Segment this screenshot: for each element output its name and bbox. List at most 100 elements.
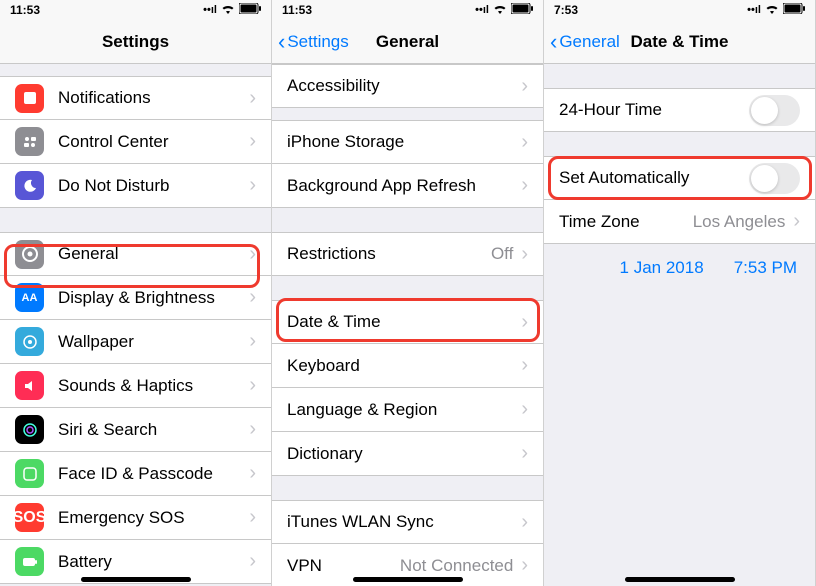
cell-datetime[interactable]: Date & Time › bbox=[272, 300, 543, 344]
home-indicator[interactable] bbox=[625, 577, 735, 582]
siri-icon bbox=[15, 415, 44, 444]
cell-24hour[interactable]: 24-Hour Time bbox=[544, 88, 815, 132]
cell-itunes-sync[interactable]: iTunes WLAN Sync › bbox=[272, 500, 543, 544]
chevron-right-icon: › bbox=[249, 418, 256, 441]
chevron-right-icon: › bbox=[249, 174, 256, 197]
cell-label: Battery bbox=[58, 552, 249, 572]
nav-bar: Settings bbox=[0, 20, 271, 64]
cell-general[interactable]: General › bbox=[0, 232, 271, 276]
cell-label: VPN bbox=[287, 556, 400, 576]
toggle-24hour[interactable] bbox=[749, 95, 800, 126]
display-icon: AA bbox=[15, 283, 44, 312]
chevron-right-icon: › bbox=[521, 75, 528, 98]
nav-bar: ‹ Settings General bbox=[272, 20, 543, 64]
home-indicator[interactable] bbox=[81, 577, 191, 582]
signal-icon: ••ıl bbox=[203, 4, 217, 16]
cell-label: Emergency SOS bbox=[58, 508, 249, 528]
chevron-right-icon: › bbox=[249, 286, 256, 309]
cell-label: 24-Hour Time bbox=[559, 100, 749, 120]
cell-label: General bbox=[58, 244, 249, 264]
status-icons: ••ıl bbox=[203, 3, 261, 17]
nav-bar: ‹ General Date & Time bbox=[544, 20, 815, 64]
cell-label: Sounds & Haptics bbox=[58, 376, 249, 396]
chevron-right-icon: › bbox=[521, 243, 528, 266]
cell-detail: Not Connected bbox=[400, 556, 513, 576]
chevron-right-icon: › bbox=[249, 87, 256, 110]
cell-display[interactable]: AA Display & Brightness › bbox=[0, 276, 271, 320]
chevron-right-icon: › bbox=[521, 442, 528, 465]
status-icons: ••ıl bbox=[475, 3, 533, 17]
time-value[interactable]: 7:53 PM bbox=[734, 258, 797, 278]
datetime-list: 24-Hour Time Set Automatically Time Zone… bbox=[544, 64, 815, 292]
chevron-right-icon: › bbox=[521, 398, 528, 421]
cell-dictionary[interactable]: Dictionary › bbox=[272, 432, 543, 476]
cell-label: Dictionary bbox=[287, 444, 521, 464]
chevron-right-icon: › bbox=[249, 374, 256, 397]
cell-label: Language & Region bbox=[287, 400, 521, 420]
cell-keyboard[interactable]: Keyboard › bbox=[272, 344, 543, 388]
wallpaper-icon bbox=[15, 327, 44, 356]
cell-storage[interactable]: iPhone Storage › bbox=[272, 120, 543, 164]
toggle-set-auto[interactable] bbox=[749, 163, 800, 194]
cell-label: Date & Time bbox=[287, 312, 521, 332]
cell-dnd[interactable]: Do Not Disturb › bbox=[0, 164, 271, 208]
wifi-icon bbox=[221, 4, 235, 17]
status-time: 11:53 bbox=[282, 3, 312, 17]
chevron-right-icon: › bbox=[249, 506, 256, 529]
battery-icon bbox=[15, 547, 44, 576]
cell-language[interactable]: Language & Region › bbox=[272, 388, 543, 432]
cell-label: Notifications bbox=[58, 88, 249, 108]
back-button[interactable]: ‹ General bbox=[550, 32, 620, 52]
cell-notifications[interactable]: Notifications › bbox=[0, 76, 271, 120]
cell-label: Siri & Search bbox=[58, 420, 249, 440]
status-time: 7:53 bbox=[554, 3, 578, 17]
chevron-right-icon: › bbox=[249, 243, 256, 266]
cell-label: Set Automatically bbox=[559, 168, 749, 188]
cell-faceid[interactable]: Face ID & Passcode › bbox=[0, 452, 271, 496]
date-value[interactable]: 1 Jan 2018 bbox=[620, 258, 704, 278]
wifi-icon bbox=[493, 4, 507, 17]
back-label: General bbox=[559, 32, 619, 52]
cell-label: Control Center bbox=[58, 132, 249, 152]
cell-timezone[interactable]: Time Zone Los Angeles › bbox=[544, 200, 815, 244]
cell-siri[interactable]: Siri & Search › bbox=[0, 408, 271, 452]
chevron-right-icon: › bbox=[249, 330, 256, 353]
cell-sos[interactable]: SOS Emergency SOS › bbox=[0, 496, 271, 540]
moon-icon bbox=[15, 171, 44, 200]
status-bar: 11:53 ••ıl bbox=[272, 0, 543, 20]
status-bar: 7:53 ••ıl bbox=[544, 0, 815, 20]
sos-icon: SOS bbox=[15, 503, 44, 532]
chevron-right-icon: › bbox=[521, 511, 528, 534]
cell-control-center[interactable]: Control Center › bbox=[0, 120, 271, 164]
cell-label: Background App Refresh bbox=[287, 176, 521, 196]
chevron-right-icon: › bbox=[793, 210, 800, 233]
cell-background-refresh[interactable]: Background App Refresh › bbox=[272, 164, 543, 208]
chevron-right-icon: › bbox=[249, 130, 256, 153]
cell-detail: Off bbox=[491, 244, 513, 264]
battery-icon bbox=[783, 3, 805, 17]
wifi-icon bbox=[765, 4, 779, 17]
page-title: Settings bbox=[102, 32, 169, 52]
cell-wallpaper[interactable]: Wallpaper › bbox=[0, 320, 271, 364]
datetime-picker-row[interactable]: 1 Jan 2018 7:53 PM bbox=[544, 244, 815, 292]
gear-icon bbox=[15, 240, 44, 269]
cell-detail: Los Angeles bbox=[693, 212, 786, 232]
cell-label: iTunes WLAN Sync bbox=[287, 512, 521, 532]
cell-label: Time Zone bbox=[559, 212, 693, 232]
cell-label: Restrictions bbox=[287, 244, 491, 264]
cell-accessibility[interactable]: Accessibility › bbox=[272, 64, 543, 108]
battery-icon bbox=[511, 3, 533, 17]
general-panel: 11:53 ••ıl ‹ Settings General Accessibil… bbox=[272, 0, 544, 586]
cell-label: Accessibility bbox=[287, 76, 521, 96]
signal-icon: ••ıl bbox=[747, 4, 761, 16]
cell-sounds[interactable]: Sounds & Haptics › bbox=[0, 364, 271, 408]
chevron-right-icon: › bbox=[249, 550, 256, 573]
home-indicator[interactable] bbox=[353, 577, 463, 582]
cell-label: Do Not Disturb bbox=[58, 176, 249, 196]
cell-label: Wallpaper bbox=[58, 332, 249, 352]
chevron-right-icon: › bbox=[521, 311, 528, 334]
general-list: Accessibility › iPhone Storage › Backgro… bbox=[272, 64, 543, 586]
cell-restrictions[interactable]: Restrictions Off › bbox=[272, 232, 543, 276]
cell-set-auto[interactable]: Set Automatically bbox=[544, 156, 815, 200]
back-button[interactable]: ‹ Settings bbox=[278, 32, 349, 52]
